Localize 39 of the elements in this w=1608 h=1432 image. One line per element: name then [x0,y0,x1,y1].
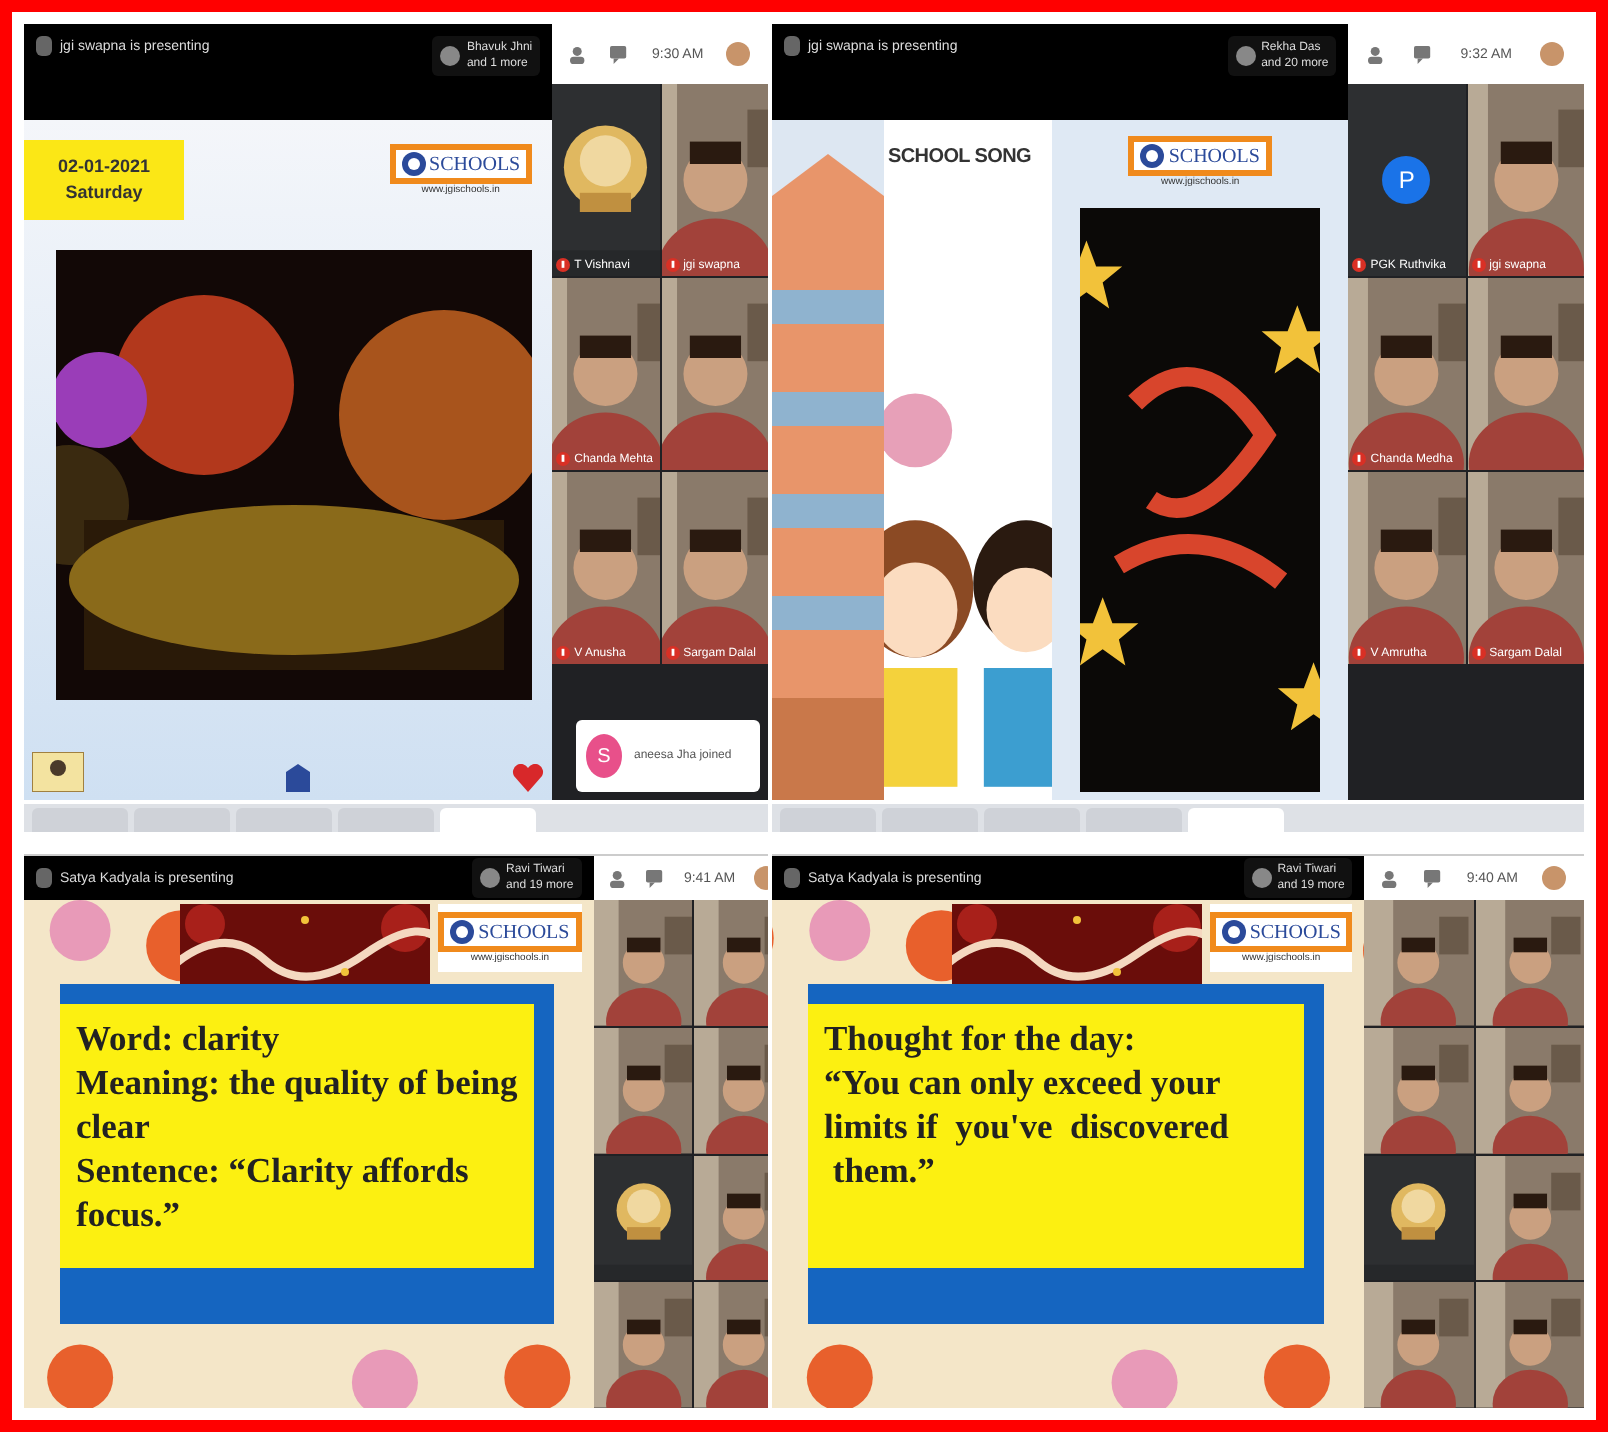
presenter-icon [784,868,800,888]
slide-title: SCHOOL SONG [888,144,1032,172]
heart-icon [512,764,545,792]
muted-mic-icon [665,646,680,660]
avatar-icon [440,46,461,66]
chat-icon[interactable] [1414,45,1433,63]
muted-mic-icon [556,258,571,272]
avatar-icon[interactable] [726,42,751,66]
muted-mic-icon [1471,646,1486,660]
people-icon[interactable] [609,869,628,887]
people-icon[interactable] [1382,869,1401,887]
chat-icon[interactable] [646,869,665,887]
muted-mic-icon [556,646,571,660]
muted-mic-icon [665,258,680,272]
day-text: Saturday [65,180,143,206]
muted-mic-icon [1352,452,1367,466]
avatar: S [586,734,622,778]
school-logo: SCHOOLS [1128,136,1272,176]
chat-icon[interactable] [1424,869,1443,887]
date-text: 02-01-2021 [57,154,151,180]
presenter-icon [36,868,52,888]
muted-mic-icon [1352,258,1367,272]
people-icon[interactable] [1368,45,1387,63]
avatar-icon [1251,868,1272,888]
muted-mic-icon [556,452,571,466]
emblem-icon [32,752,84,792]
avatar-icon[interactable] [1539,42,1564,66]
muted-mic-icon [1471,258,1486,272]
school-logo: SCHOOLS [389,144,533,184]
avatar-icon[interactable] [1541,866,1566,890]
chat-icon[interactable] [610,45,629,63]
muted-mic-icon [1352,646,1367,660]
emblem-icon [286,764,311,792]
presenter-icon [784,36,800,56]
avatar: P [1382,156,1431,204]
presenter-icon [36,36,52,56]
avatar-icon [480,868,501,888]
avatar-icon [1235,46,1256,66]
people-icon[interactable] [569,45,588,63]
